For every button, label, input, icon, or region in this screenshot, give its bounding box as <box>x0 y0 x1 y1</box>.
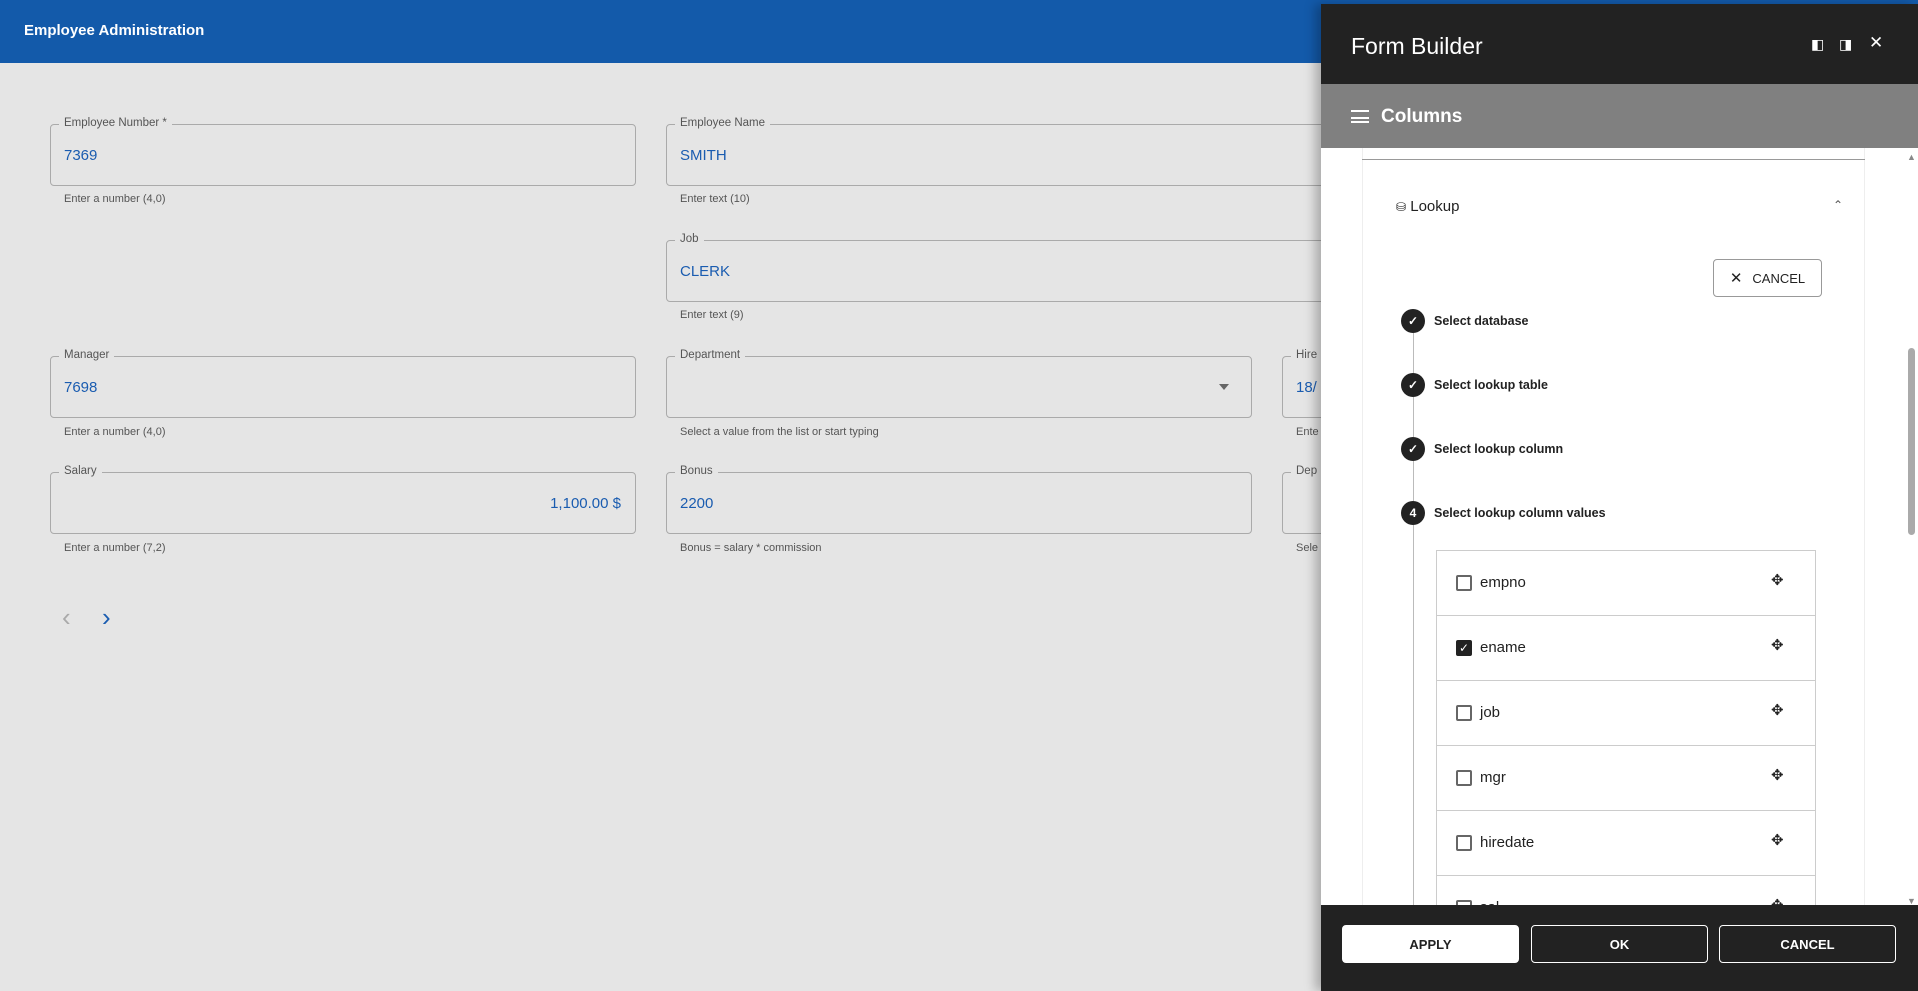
move-icon[interactable]: ✥ <box>1771 701 1784 719</box>
helper-text: Sele <box>1296 542 1319 554</box>
step-select-lookup-table[interactable]: ✓ Select lookup table <box>1401 373 1548 397</box>
ok-button[interactable]: OK <box>1531 925 1708 963</box>
field-value: 1,100.00 $ <box>550 495 621 512</box>
lookup-header[interactable]: ⛁ Lookup <box>1396 198 1459 215</box>
field-label: Job <box>675 233 704 245</box>
move-icon[interactable]: ✥ <box>1771 636 1784 654</box>
column-name: ename <box>1480 639 1526 656</box>
divider <box>1362 159 1865 160</box>
panel-footer: APPLY OK CANCEL <box>1321 905 1918 991</box>
field-label: Employee Name <box>675 117 771 129</box>
helper-text: Select a value from the list or start ty… <box>680 426 879 438</box>
helper-text: Enter a number (4,0) <box>64 193 166 205</box>
field-value: CLERK <box>680 263 731 280</box>
database-search-icon: ⛁ <box>1396 200 1407 214</box>
chevron-up-icon[interactable]: ⌃ <box>1833 198 1843 212</box>
close-icon[interactable]: ✕ <box>1869 33 1883 53</box>
move-icon[interactable]: ✥ <box>1771 571 1784 589</box>
dock-right-icon[interactable]: ◨ <box>1839 36 1852 53</box>
step-number: 4 <box>1401 501 1425 525</box>
cancel-button[interactable]: CANCEL <box>1719 925 1896 963</box>
field-value: 7698 <box>64 379 98 396</box>
step-connector <box>1413 333 1414 373</box>
step-connector <box>1413 525 1414 909</box>
helper-text: Bonus = salary * commission <box>680 542 822 554</box>
lookup-cancel-button[interactable]: ✕ CANCEL <box>1713 259 1822 297</box>
panel-header: Form Builder ◧ ◨ ✕ <box>1321 4 1918 84</box>
step-select-lookup-column-values[interactable]: 4 Select lookup column values <box>1401 501 1606 525</box>
field-label: Manager <box>59 349 115 361</box>
menu-icon[interactable] <box>1351 110 1369 123</box>
cancel-label: CANCEL <box>1752 270 1806 286</box>
dock-left-icon[interactable]: ◧ <box>1811 36 1824 53</box>
employee-name-field[interactable]: Employee Name SMITH <box>666 117 1346 186</box>
field-label: Salary <box>59 465 102 477</box>
check-icon: ✓ <box>1401 309 1425 333</box>
next-record-button[interactable]: › <box>102 602 111 633</box>
helper-text: Enter text (9) <box>680 309 744 321</box>
field-label: Bonus <box>675 465 718 477</box>
app-title: Employee Administration <box>24 22 205 39</box>
column-row-hiredate[interactable]: hiredate ✥ <box>1437 811 1815 876</box>
checkbox[interactable]: ✓ <box>1456 640 1472 656</box>
manager-field[interactable]: Manager 7698 <box>50 349 636 418</box>
move-icon[interactable]: ✥ <box>1771 766 1784 784</box>
apply-button[interactable]: APPLY <box>1342 925 1519 963</box>
field-label: Employee Number * <box>59 117 172 129</box>
close-icon: ✕ <box>1729 270 1743 287</box>
salary-field[interactable]: Salary 1,100.00 $ <box>50 465 636 534</box>
form-builder-panel: Form Builder ◧ ◨ ✕ Columns ⛁ Lookup ⌃ ✕ C… <box>1321 4 1918 991</box>
checkbox[interactable] <box>1456 575 1472 591</box>
lookup-label: Lookup <box>1410 198 1460 215</box>
column-row-ename[interactable]: ✓ ename ✥ <box>1437 616 1815 681</box>
column-row-mgr[interactable]: mgr ✥ <box>1437 746 1815 811</box>
department-select[interactable]: Department <box>666 349 1252 418</box>
field-value: SMITH <box>680 147 727 164</box>
helper-text: Enter text (10) <box>680 193 750 205</box>
helper-text: Ente <box>1296 426 1319 438</box>
check-icon: ✓ <box>1401 437 1425 461</box>
job-field[interactable]: Job CLERK <box>666 233 1346 302</box>
employee-number-field[interactable]: Employee Number * 7369 <box>50 117 636 186</box>
column-name: job <box>1480 704 1501 721</box>
panel-title: Form Builder <box>1351 33 1483 59</box>
field-label: Hire <box>1291 349 1323 361</box>
step-connector <box>1413 397 1414 437</box>
check-icon: ✓ <box>1401 373 1425 397</box>
field-label: Dep <box>1291 465 1323 477</box>
checkbox[interactable] <box>1456 835 1472 851</box>
dropdown-caret-icon[interactable] <box>1219 384 1229 390</box>
prev-record-button[interactable]: ‹ <box>62 602 71 633</box>
column-name: hiredate <box>1480 834 1535 851</box>
section-title: Columns <box>1381 106 1463 127</box>
bonus-field[interactable]: Bonus 2200 <box>666 465 1252 534</box>
panel-body: ⛁ Lookup ⌃ ✕ CANCEL ✓ Select database ✓ Sel… <box>1321 148 1918 909</box>
step-label: Select lookup column <box>1434 442 1564 456</box>
field-value: 18/ <box>1296 379 1317 396</box>
field-value: 7369 <box>64 147 98 164</box>
step-label: Select lookup table <box>1434 378 1548 392</box>
field-label: Department <box>675 349 746 361</box>
step-label: Select database <box>1434 314 1529 328</box>
field-value: 2200 <box>680 495 714 512</box>
step-label: Select lookup column values <box>1434 506 1606 520</box>
step-select-database[interactable]: ✓ Select database <box>1401 309 1529 333</box>
column-name: mgr <box>1480 769 1506 786</box>
scrollbar-thumb[interactable] <box>1908 348 1915 535</box>
section-bar: Columns <box>1321 84 1918 148</box>
move-icon[interactable]: ✥ <box>1771 831 1784 849</box>
checkbox[interactable] <box>1456 770 1472 786</box>
column-name: empno <box>1480 574 1526 591</box>
column-values-list: empno ✥ ✓ ename ✥ job ✥ mgr ✥ hiredate ✥ sal ✥ <box>1436 550 1816 909</box>
step-connector <box>1413 461 1414 501</box>
scrollbar[interactable]: ▲ ▼ <box>1905 148 1918 909</box>
helper-text: Enter a number (7,2) <box>64 542 166 554</box>
step-select-lookup-column[interactable]: ✓ Select lookup column <box>1401 437 1563 461</box>
column-row-empno[interactable]: empno ✥ <box>1437 551 1815 616</box>
checkbox[interactable] <box>1456 705 1472 721</box>
column-row-job[interactable]: job ✥ <box>1437 681 1815 746</box>
scroll-up-icon[interactable]: ▲ <box>1907 152 1916 162</box>
helper-text: Enter a number (4,0) <box>64 426 166 438</box>
